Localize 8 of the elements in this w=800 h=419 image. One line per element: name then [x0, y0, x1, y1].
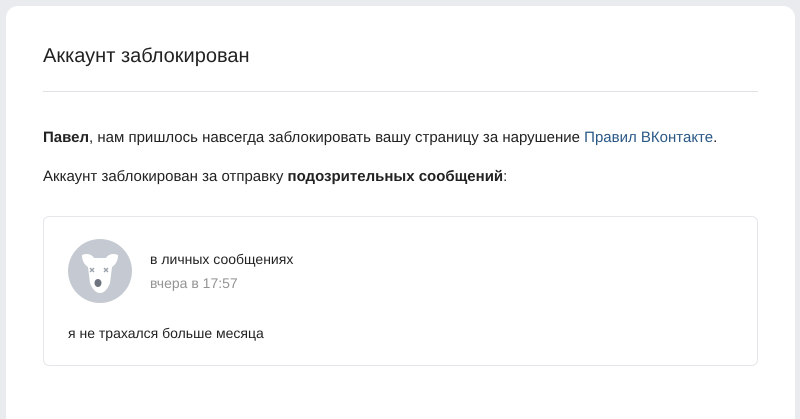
message-time: вчера в 17:57	[150, 275, 239, 291]
message-text: я не трахался больше месяца	[68, 325, 265, 341]
reason-text: Аккаунт заблокирован за отправку подозрительных сообщений:	[43, 167, 508, 187]
notice-text: Павел, нам пришлось навсегда заблокировать вашу страницу за нарушение Правил ВКонтакте.	[43, 128, 718, 148]
rules-link[interactable]: Правил ВКонтакте	[584, 129, 714, 146]
dog-avatar-icon	[68, 239, 132, 303]
page-title: Аккаунт заблокирован	[43, 44, 251, 69]
message-source: в личных сообщениях	[150, 251, 294, 267]
